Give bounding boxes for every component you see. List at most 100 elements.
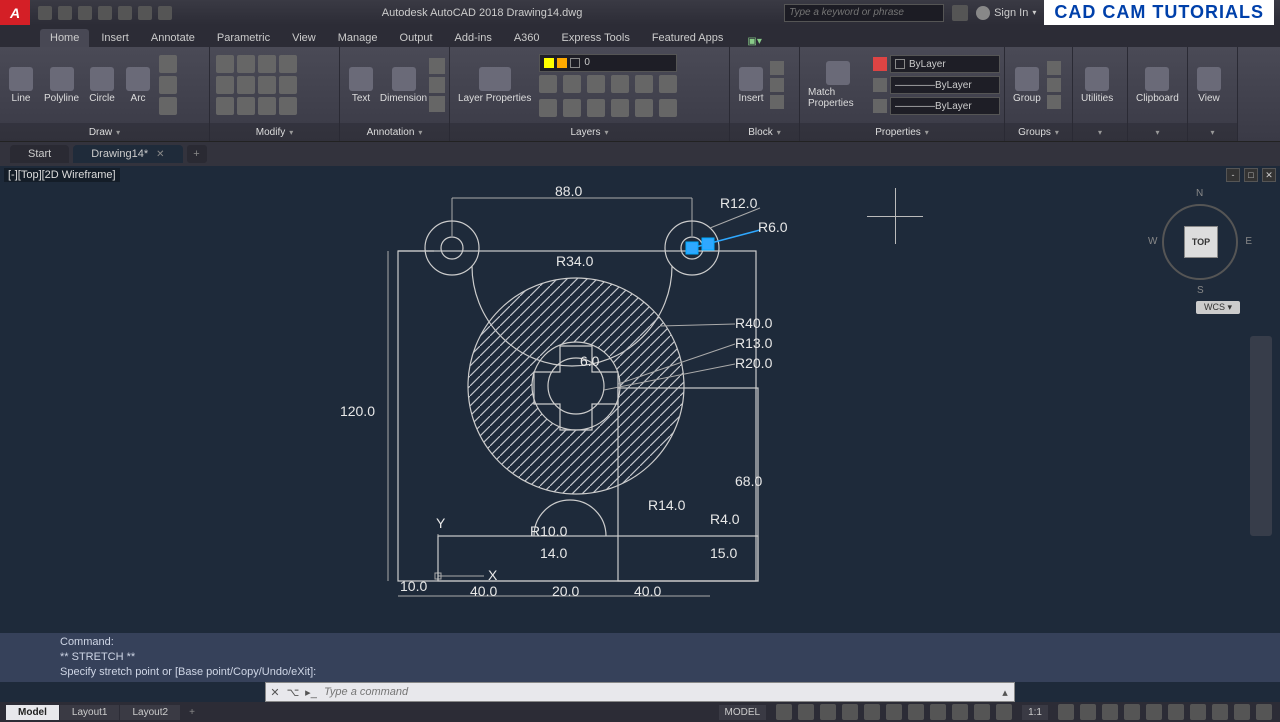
tab-parametric[interactable]: Parametric <box>207 29 280 47</box>
lwt-toggle-icon[interactable] <box>952 704 968 720</box>
layer-tool-4-icon[interactable] <box>611 75 629 93</box>
tab-view[interactable]: View <box>282 29 326 47</box>
layer-tool-2-icon[interactable] <box>563 75 581 93</box>
draw-extra-2-icon[interactable] <box>159 76 177 94</box>
offset-icon[interactable] <box>279 97 297 115</box>
panel-utilities-label[interactable] <box>1073 123 1127 141</box>
panel-layers-label[interactable]: Layers <box>450 123 729 141</box>
layout-tab-1[interactable]: Layout1 <box>60 705 120 720</box>
utilities-button[interactable]: Utilities <box>1077 65 1117 106</box>
group-button[interactable]: Group <box>1009 65 1045 106</box>
filetab-drawing14[interactable]: Drawing14*✕ <box>73 145 182 163</box>
edit-block-icon[interactable] <box>770 78 784 92</box>
array-icon[interactable] <box>258 97 276 115</box>
qat-redo-icon[interactable] <box>158 6 172 20</box>
text-button[interactable]: Text <box>344 65 378 106</box>
transparency-toggle-icon[interactable] <box>974 704 990 720</box>
osnap-toggle-icon[interactable] <box>886 704 902 720</box>
arc-button[interactable]: Arc <box>121 65 155 106</box>
panel-clipboard-label[interactable] <box>1128 123 1187 141</box>
color-dropdown[interactable]: ByLayer <box>890 55 1000 73</box>
panel-draw-label[interactable]: Draw <box>0 123 209 141</box>
snap-toggle-icon[interactable] <box>798 704 814 720</box>
leader-icon[interactable] <box>429 58 445 74</box>
customize-icon[interactable] <box>1256 704 1272 720</box>
layer-tool-7-icon[interactable] <box>539 99 557 117</box>
move-icon[interactable] <box>216 55 234 73</box>
app-logo[interactable]: A <box>0 0 30 25</box>
insert-block-button[interactable]: Insert <box>734 65 768 106</box>
layer-tool-9-icon[interactable] <box>587 99 605 117</box>
trim-icon[interactable] <box>258 55 276 73</box>
color-swatch-icon[interactable] <box>873 57 887 71</box>
otrack-toggle-icon[interactable] <box>930 704 946 720</box>
lineweight-icon[interactable] <box>873 78 887 92</box>
cmdline-close-icon[interactable]: ✕ <box>266 686 284 699</box>
quickprops-icon[interactable] <box>1146 704 1162 720</box>
linetype-dropdown[interactable]: ———— ByLayer <box>890 97 1000 115</box>
3dosnap-toggle-icon[interactable] <box>908 704 924 720</box>
layer-tool-12-icon[interactable] <box>659 99 677 117</box>
layer-dropdown[interactable]: 0 <box>539 54 677 72</box>
copy-icon[interactable] <box>216 76 234 94</box>
tab-insert[interactable]: Insert <box>91 29 139 47</box>
panel-block-label[interactable]: Block <box>730 123 799 141</box>
qat-save-icon[interactable] <box>78 6 92 20</box>
tab-output[interactable]: Output <box>390 29 443 47</box>
layer-tool-1-icon[interactable] <box>539 75 557 93</box>
circle-button[interactable]: Circle <box>85 65 119 106</box>
panel-properties-label[interactable]: Properties <box>800 123 1004 141</box>
group-bbox-icon[interactable] <box>1047 95 1061 109</box>
close-tab-icon[interactable]: ✕ <box>156 149 164 160</box>
edit-attr-icon[interactable] <box>770 95 784 109</box>
rotate-icon[interactable] <box>237 55 255 73</box>
polyline-button[interactable]: Polyline <box>40 65 83 106</box>
fillet-icon[interactable] <box>258 76 276 94</box>
panel-view-label[interactable] <box>1188 123 1237 141</box>
cmdline-recent-icon[interactable]: ▴ <box>996 686 1014 699</box>
qat-open-icon[interactable] <box>58 6 72 20</box>
layout-tab-2[interactable]: Layout2 <box>120 705 180 720</box>
panel-groups-label[interactable]: Groups <box>1005 123 1072 141</box>
dimension-button[interactable]: Dimension <box>380 65 427 106</box>
layer-tool-6-icon[interactable] <box>659 75 677 93</box>
workspace-icon[interactable] <box>1080 704 1096 720</box>
layout-tab-model[interactable]: Model <box>6 705 59 720</box>
signin-button[interactable]: Sign In ▾ <box>976 6 1036 20</box>
scale-icon[interactable] <box>237 97 255 115</box>
annomonitor-icon[interactable] <box>1102 704 1118 720</box>
layer-tool-10-icon[interactable] <box>611 99 629 117</box>
layout-add-button[interactable]: + <box>181 705 203 720</box>
hwacc-icon[interactable] <box>1212 704 1228 720</box>
units-icon[interactable] <box>1124 704 1140 720</box>
layer-tool-8-icon[interactable] <box>563 99 581 117</box>
mirror-icon[interactable] <box>237 76 255 94</box>
filetab-start[interactable]: Start <box>10 145 69 163</box>
qat-plot-icon[interactable] <box>118 6 132 20</box>
tab-featured[interactable]: Featured Apps <box>642 29 734 47</box>
help-search-input[interactable] <box>784 4 944 22</box>
isodraft-toggle-icon[interactable] <box>864 704 880 720</box>
qat-new-icon[interactable] <box>38 6 52 20</box>
panel-annotation-label[interactable]: Annotation <box>340 123 449 141</box>
anno-extra-icon[interactable] <box>429 96 445 112</box>
layer-tool-3-icon[interactable] <box>587 75 605 93</box>
match-properties-button[interactable]: Match Properties <box>804 59 871 111</box>
command-input[interactable] <box>320 686 996 698</box>
drawing-canvas[interactable]: [-][Top][2D Wireframe] - □ ✕ TOP N S W E… <box>0 166 1280 682</box>
panel-modify-label[interactable]: Modify <box>210 123 339 141</box>
lock-ui-icon[interactable] <box>1168 704 1184 720</box>
view-button[interactable]: View <box>1192 65 1226 106</box>
ribbon-expand-icon[interactable]: ▣▾ <box>747 36 761 47</box>
cmdline-options-icon[interactable]: ⌥ <box>284 686 302 699</box>
add-tab-button[interactable]: + <box>187 145 207 163</box>
cleanscreen-icon[interactable] <box>1234 704 1250 720</box>
linetype-icon[interactable] <box>873 99 887 113</box>
grid-toggle-icon[interactable] <box>776 704 792 720</box>
line-button[interactable]: Line <box>4 65 38 106</box>
tab-addins[interactable]: Add-ins <box>445 29 502 47</box>
layer-tool-5-icon[interactable] <box>635 75 653 93</box>
explode-icon[interactable] <box>279 76 297 94</box>
stretch-icon[interactable] <box>216 97 234 115</box>
ortho-toggle-icon[interactable] <box>820 704 836 720</box>
